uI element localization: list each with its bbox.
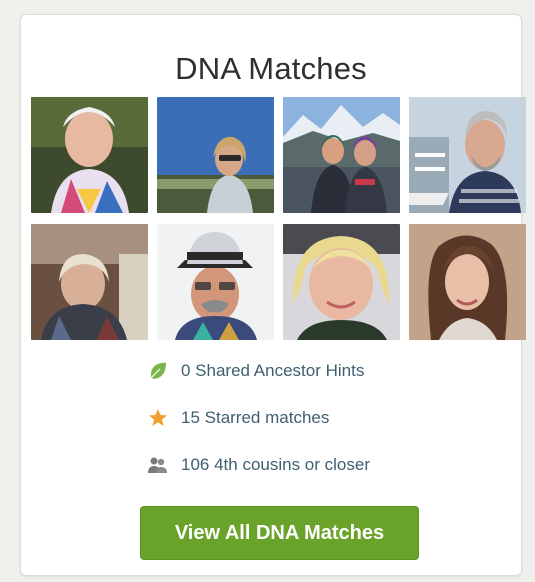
- star-icon: [147, 407, 169, 429]
- match-photo[interactable]: [409, 97, 526, 213]
- fourth-cousins-label: 106 4th cousins or closer: [181, 455, 370, 474]
- people-icon: [147, 454, 169, 476]
- shared-ancestor-hints-label: 0 Shared Ancestor Hints: [181, 361, 365, 380]
- view-all-dna-matches-button[interactable]: View All DNA Matches: [140, 506, 419, 560]
- match-photo[interactable]: [283, 97, 400, 213]
- match-photo-grid: [31, 97, 526, 341]
- match-photo[interactable]: [31, 224, 148, 340]
- leaf-icon: [147, 360, 169, 382]
- dna-matches-card: DNA Matches 0 Shared Ancestor Hints 15 S…: [20, 14, 526, 576]
- fourth-cousins-link[interactable]: 106 4th cousins or closer: [147, 453, 370, 477]
- match-photo[interactable]: [157, 97, 274, 213]
- match-photo[interactable]: [31, 97, 148, 213]
- match-photo[interactable]: [283, 224, 400, 340]
- shared-ancestor-hints-link[interactable]: 0 Shared Ancestor Hints: [147, 359, 364, 383]
- starred-matches-label: 15 Starred matches: [181, 408, 330, 427]
- card-title: DNA Matches: [175, 51, 367, 86]
- starred-matches-link[interactable]: 15 Starred matches: [147, 406, 329, 430]
- match-photo[interactable]: [157, 224, 274, 340]
- match-photo[interactable]: [409, 224, 526, 340]
